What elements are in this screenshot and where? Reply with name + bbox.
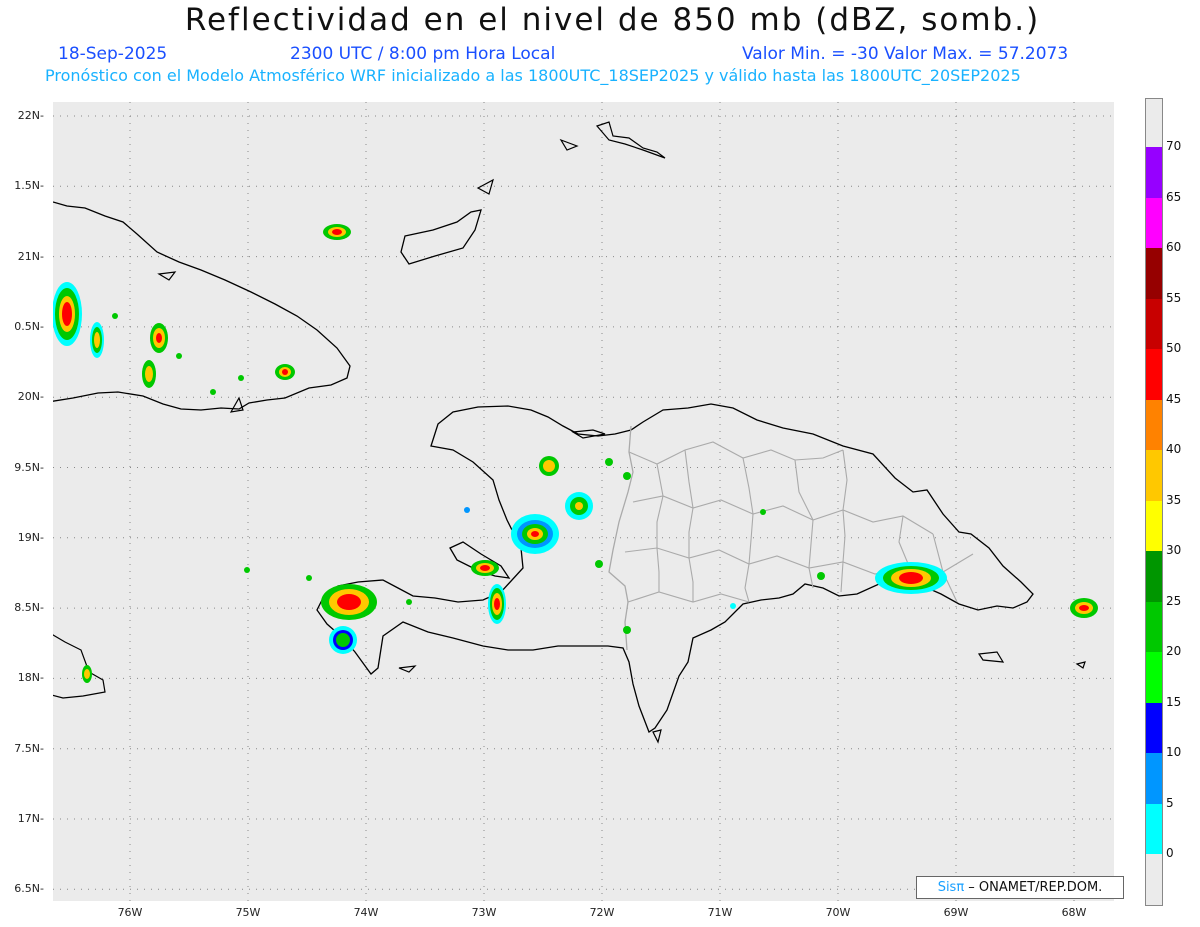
lat-label: 17N-: [17, 812, 44, 825]
colorbar-segment: [1146, 652, 1162, 703]
echo-west-cuba: [52, 282, 82, 346]
colorbar-segment: [1146, 803, 1162, 854]
colorbar-label: 10: [1166, 745, 1182, 759]
echo-dr-east: [875, 562, 947, 594]
credit-box: Sisπ – ONAMET/REP.DOM.: [916, 876, 1124, 899]
lat-label: 20N-: [17, 390, 44, 404]
colorbar-segment: [1146, 248, 1162, 299]
lon-label: 74W: [353, 906, 379, 919]
map-canvas: [47, 102, 1114, 901]
colorbar-label: 55: [1166, 290, 1182, 305]
colorbar-segment: [1146, 197, 1162, 248]
lon-label: 68W: [1061, 906, 1087, 919]
echo-small-cells: [112, 313, 825, 634]
echo-southwest-haiti: [321, 584, 377, 620]
echo-cuba-4: [275, 364, 295, 380]
cuba-south-islet: [229, 396, 244, 413]
credit-text: – ONAMET/REP.DOM.: [964, 880, 1103, 895]
bahamas-great-inagua: [400, 209, 482, 265]
colorbar-segment: [1146, 399, 1162, 450]
colorbar-label: 60: [1166, 240, 1182, 254]
colorbar-label: 0: [1166, 846, 1174, 860]
colorbar-label: 5: [1166, 795, 1174, 810]
colorbar-segment: [1146, 298, 1162, 349]
echo-port-au-prince: [488, 584, 506, 624]
colorbar-segment: [1146, 147, 1162, 198]
echo-cuba-2: [150, 323, 168, 353]
bahamas-islet-3: [157, 271, 177, 281]
lat-label: 8.5N-: [14, 601, 44, 615]
echo-gonave: [471, 560, 499, 576]
colorbar-label: 30: [1166, 543, 1182, 557]
valid-time: 2300 UTC / 8:00 pm Hora Local: [290, 44, 556, 64]
mona-island: [1075, 661, 1086, 669]
echo-mona: [1070, 598, 1098, 618]
colorbar-label: 65: [1166, 189, 1182, 204]
colorbar-segment: [1146, 349, 1162, 400]
cuba-coastline: [47, 201, 351, 411]
echo-cuba-1: [90, 322, 104, 358]
lon-label: 73W: [471, 906, 497, 919]
lat-label: 6.5N-: [14, 882, 44, 896]
colorbar-label: 70: [1166, 139, 1182, 153]
map-title: Reflectividad en el nivel de 850 mb (dBZ…: [184, 2, 1041, 38]
colorbar-segment: [1146, 601, 1162, 652]
valid-date: 18-Sep-2025: [58, 44, 168, 64]
colorbar-segment: [1146, 500, 1162, 551]
echo-haiti-central-2: [565, 492, 593, 520]
colorbar-label: 40: [1166, 442, 1182, 456]
saona-island: [977, 651, 1005, 663]
echo-jamaica-channel: [82, 665, 92, 683]
echo-haiti-south: [329, 626, 357, 654]
colorbar-label: 35: [1166, 492, 1182, 507]
reflectivity-colorbar: [1145, 98, 1163, 906]
lat-label: 9.5N-: [14, 460, 44, 474]
lon-label: 71W: [707, 906, 733, 919]
lon-label: 75W: [235, 906, 261, 919]
colorbar-label: 20: [1166, 644, 1182, 658]
map-area: [47, 102, 1114, 901]
colorbar-segment: [1146, 450, 1162, 501]
echo-haiti-central: [511, 514, 559, 554]
colorbar-segment: [1146, 753, 1162, 804]
colorbar-label: 25: [1166, 593, 1182, 608]
lat-label: 1.5N-: [14, 179, 44, 193]
lat-label: 18N-: [17, 671, 44, 685]
lon-label: 70W: [825, 906, 851, 919]
forecast-info: Pronóstico con el Modelo Atmosférico WRF…: [45, 66, 1021, 85]
colorbar-segment: [1146, 702, 1162, 753]
min-max-values: Valor Min. = -30 Valor Max. = 57.2073: [742, 44, 1069, 64]
bahamas-caicos: [595, 121, 666, 159]
lat-label: 22N-: [17, 109, 44, 122]
reflectivity-echoes: [52, 224, 1098, 683]
lon-label: 69W: [943, 906, 969, 919]
lat-label: 0.5N-: [14, 319, 44, 333]
colorbar-label: 50: [1166, 341, 1182, 355]
echo-haiti-north: [539, 456, 559, 476]
beata-island: [652, 729, 662, 744]
sispi-logo-text: Sisπ: [937, 880, 965, 895]
colorbar-label: 45: [1166, 391, 1182, 406]
lat-label: 21N-: [17, 249, 44, 263]
colorbar-segment: [1146, 551, 1162, 602]
vache-island: [398, 665, 417, 673]
bahamas-islet-2: [559, 138, 579, 151]
colorbar-label: 15: [1166, 694, 1182, 709]
lon-label: 76W: [117, 906, 143, 919]
cuba-west-coastline: [47, 631, 106, 699]
lat-label: 7.5N-: [14, 741, 44, 755]
echo-inagua: [323, 224, 351, 240]
bahamas-islet-1: [476, 178, 494, 195]
echo-cuba-3: [142, 360, 156, 388]
lat-label: 19N-: [17, 530, 44, 544]
lon-label: 72W: [589, 906, 615, 919]
